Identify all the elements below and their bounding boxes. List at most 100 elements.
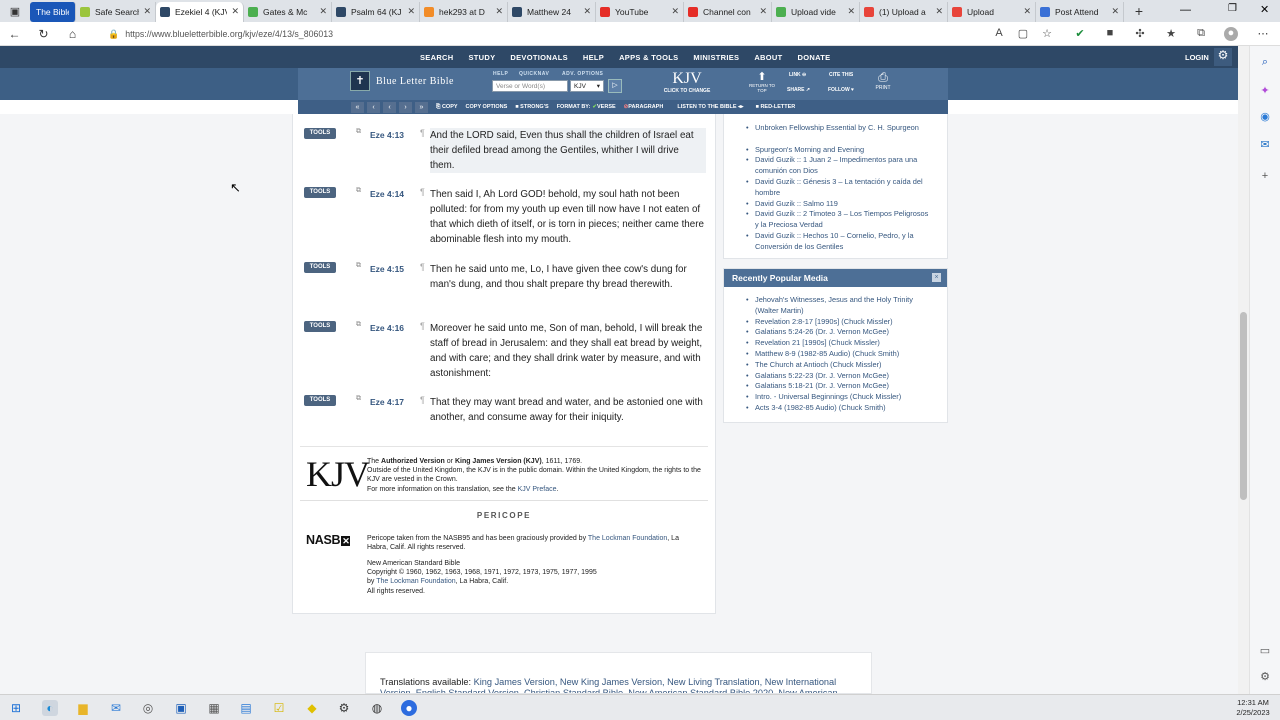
share-button[interactable]: SHARE ↗	[787, 87, 810, 93]
browser-tab[interactable]: Upload vide ✕	[772, 1, 860, 22]
verse-search-input[interactable]: Verse or Word(s)	[492, 80, 568, 92]
tab-close-icon[interactable]: ✕	[407, 6, 415, 17]
link-button[interactable]: LINK ⊖	[789, 72, 806, 78]
sticky-notes-icon[interactable]: ◆	[304, 700, 320, 716]
copy-options-button[interactable]: COPY OPTIONS	[466, 104, 508, 110]
tools-button[interactable]: TOOLS	[304, 395, 336, 406]
media-link[interactable]: Galatians 5:18-21 (Dr. J. Vernon McGee)	[746, 381, 931, 392]
tab-close-icon[interactable]: ✕	[759, 6, 767, 17]
red-letter-toggle[interactable]: ■ RED-LETTER	[756, 104, 796, 110]
favorites-icon[interactable]: ★	[1164, 27, 1178, 41]
tab-close-icon[interactable]: ✕	[1023, 6, 1031, 17]
browser-tab[interactable]: The Bible	[30, 1, 76, 22]
site-menu-item[interactable]: HELP	[583, 53, 604, 62]
url-field[interactable]: 🔒 https://www.blueletterbible.org/kjv/eze…	[108, 26, 968, 42]
adv-options-label[interactable]: ADV. OPTIONS	[562, 71, 603, 77]
print-button[interactable]: ⎙ PRINT	[872, 70, 894, 91]
media-link[interactable]: Jehovah's Witnesses, Jesus and the Holy …	[746, 295, 931, 317]
windows-start-icon[interactable]: ⊞	[8, 700, 24, 716]
settings-icon[interactable]: ⚙	[336, 700, 352, 716]
browser-tab[interactable]: Psalm 64 (KJ ✕	[332, 1, 420, 22]
tab-close-icon[interactable]: ✕	[583, 6, 591, 17]
browser-tab[interactable]: Ezekiel 4 (KJV ✕	[156, 1, 244, 22]
tab-close-icon[interactable]: ✕	[143, 6, 151, 17]
devotional-link[interactable]: Spurgeon's Morning and Evening	[746, 145, 931, 156]
lockman-link[interactable]: The Lockman Foundation	[376, 578, 455, 585]
login-link[interactable]: LOGIN	[1185, 53, 1209, 62]
listen-button[interactable]: LISTEN TO THE BIBLE ◂▸	[677, 104, 743, 110]
read-aloud-icon[interactable]: A	[992, 27, 1006, 41]
quicknav-label[interactable]: QUICKNAV	[519, 71, 549, 77]
close-icon[interactable]: ×	[932, 273, 941, 282]
devotional-link[interactable]: David Guzik :: 2 Timoteo 3 – Los Tiempos…	[746, 209, 931, 231]
copy-verse-icon[interactable]: ⧉	[356, 128, 361, 136]
tools-button[interactable]: TOOLS	[304, 187, 336, 198]
camera-icon[interactable]: ◎	[140, 700, 156, 716]
devotional-link[interactable]: David Guzik :: Salmo 119	[746, 199, 931, 210]
prev-chapter-icon[interactable]: ‹	[367, 101, 380, 113]
tab-close-icon[interactable]: ✕	[231, 6, 239, 17]
site-menu-item[interactable]: ABOUT	[754, 53, 782, 62]
restore-icon[interactable]: ❐	[1228, 3, 1237, 14]
browser-tab[interactable]: YouTube ✕	[596, 1, 684, 22]
extensions-puzzle-icon[interactable]: ✣	[1133, 27, 1147, 41]
cite-this-button[interactable]: CITE THIS	[829, 72, 853, 78]
file-explorer-icon[interactable]: ▆	[75, 700, 91, 716]
strongs-toggle[interactable]: ■ STRONG'S	[515, 104, 548, 110]
tab-close-icon[interactable]: ✕	[671, 6, 679, 17]
search-icon[interactable]: ⌕	[1258, 56, 1272, 70]
copy-verse-icon[interactable]: ⧉	[356, 395, 361, 403]
browser-tab[interactable]: hek293 at D ✕	[420, 1, 508, 22]
site-menu-item[interactable]: SEARCH	[420, 53, 453, 62]
browser-tab[interactable]: Post Attend ✕	[1036, 1, 1124, 22]
zoom-icon[interactable]: ●	[401, 700, 417, 716]
verse-format-button[interactable]: ✔VERSE	[592, 104, 615, 110]
browser-tab[interactable]: (1) Upload a ✕	[860, 1, 948, 22]
copy-verse-icon[interactable]: ⧉	[356, 262, 361, 270]
copy-button[interactable]: ⎘ COPY	[436, 104, 458, 111]
home-icon[interactable]: ⌂	[58, 27, 87, 41]
browser-tab[interactable]: Safe Search ✕	[76, 1, 156, 22]
site-menu-item[interactable]: DONATE	[798, 53, 831, 62]
devotional-link[interactable]: Unbroken Fellowship Essential by C. H. S…	[746, 123, 931, 134]
media-link[interactable]: Galatians 5:24-26 (Dr. J. Vernon McGee)	[746, 327, 931, 338]
site-menu-item[interactable]: MINISTRIES	[693, 53, 739, 62]
browser-tab[interactable]: Upload ✕	[948, 1, 1036, 22]
back-icon[interactable]: ←	[0, 27, 29, 41]
calendar-icon[interactable]: ▤	[238, 700, 254, 716]
tools-icon[interactable]: ◉	[1258, 110, 1272, 124]
version-select[interactable]: KJV ▾	[570, 80, 604, 92]
return-to-top-button[interactable]: ⬆ RETURN TO TOP	[748, 70, 776, 93]
devotional-link[interactable]: David Guzik :: Hechos 10 – Cornelio, Ped…	[746, 231, 931, 253]
window-menu-icon[interactable]: ▣	[0, 0, 30, 22]
kjv-version-button[interactable]: KJV CLICK TO CHANGE	[660, 70, 714, 94]
tab-close-icon[interactable]: ✕	[495, 6, 503, 17]
devotional-link[interactable]: David Guzik :: 1 Juan 2 – Impedimentos p…	[746, 155, 931, 177]
collections-icon[interactable]: ⧉	[1194, 27, 1208, 41]
tab-close-icon[interactable]: ✕	[847, 6, 855, 17]
sidebar-settings-icon[interactable]: ⚙	[1258, 670, 1272, 684]
media-link[interactable]: Acts 3-4 (1982-85 Audio) (Chuck Smith)	[746, 403, 931, 414]
site-menu-item[interactable]: STUDY	[468, 53, 495, 62]
minimize-icon[interactable]: —	[1180, 4, 1191, 16]
tools-button[interactable]: TOOLS	[304, 128, 336, 139]
mail-icon[interactable]: ✉	[108, 700, 124, 716]
site-menu-item[interactable]: DEVOTIONALS	[510, 53, 567, 62]
extension-icon[interactable]: ■	[1103, 27, 1117, 41]
media-link[interactable]: The Church at Antioch (Chuck Missler)	[746, 360, 931, 371]
verse-reference[interactable]: Eze 4:16	[370, 323, 404, 333]
help-label[interactable]: HELP	[493, 71, 508, 77]
devotional-link[interactable]: David Guzik :: Génesis 3 – La tentación …	[746, 177, 931, 199]
site-menu-item[interactable]: APPS & TOOLS	[619, 53, 678, 62]
media-link[interactable]: Matthew 8-9 (1982-85 Audio) (Chuck Smith…	[746, 349, 931, 360]
outlook-icon[interactable]: ✉	[1258, 138, 1272, 152]
browser-tab[interactable]: Gates & Mc ✕	[244, 1, 332, 22]
prev-verse-icon[interactable]: ‹	[383, 101, 396, 113]
media-link[interactable]: Revelation 21 [1990s] (Chuck Missler)	[746, 338, 931, 349]
calculator-icon[interactable]: ▦	[206, 700, 222, 716]
verse-reference[interactable]: Eze 4:14	[370, 189, 404, 199]
scrollbar-thumb[interactable]	[1240, 312, 1247, 500]
system-clock[interactable]: 12:31 AM 2/25/2023	[1230, 698, 1276, 718]
next-verse-icon[interactable]: ›	[399, 101, 412, 113]
app-available-icon[interactable]: ▢	[1016, 27, 1030, 41]
